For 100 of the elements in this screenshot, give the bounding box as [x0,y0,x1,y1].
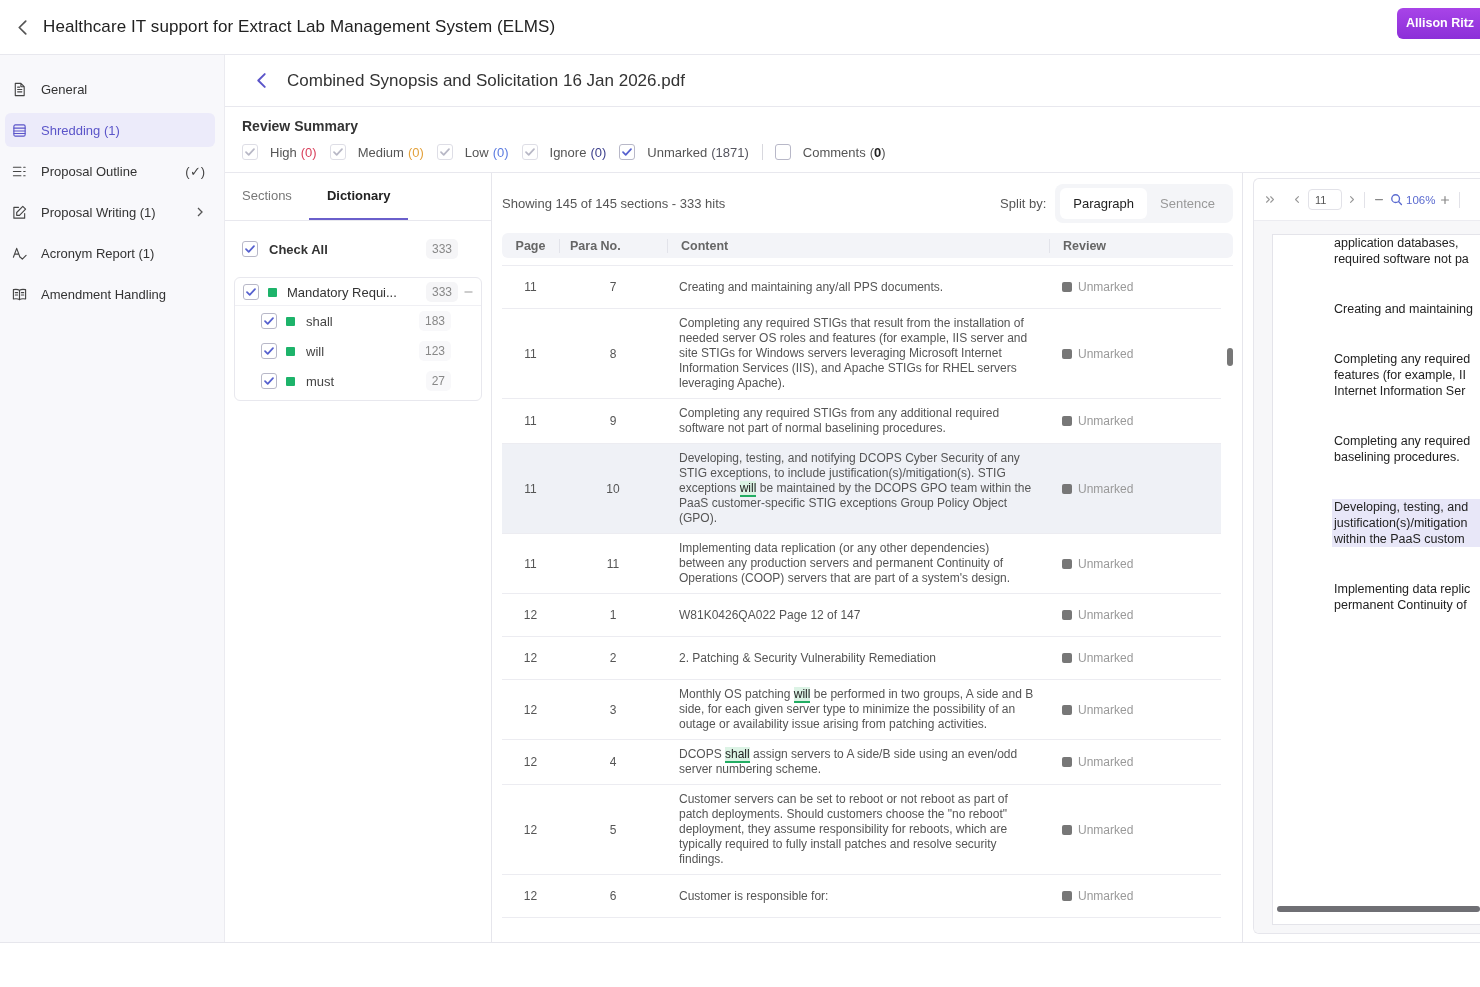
sidebar-item[interactable]: General [5,72,215,106]
checkbox[interactable] [242,241,258,257]
hit-count: 27 [425,371,451,391]
chevron-left-icon [256,73,266,88]
zoom-out-icon[interactable] [1375,198,1383,201]
table-cell: 11 [606,556,620,571]
column-header[interactable]: Review [1049,238,1233,253]
table-cell: 2 [609,651,617,665]
paragraph-text: Completing any required STIGs that result from the installation of needed server OS roles and features (for example, IIS server and site STIGs for Windows servers leveraging Microsoft Internet Information Services (IIS), and Apache STIGs for RHEL servers leveraging Apache). [679,316,1029,391]
sidebar-item[interactable]: Amendment Handling [5,277,215,311]
term-label: must [306,373,336,389]
chevron-left-icon[interactable] [1295,196,1299,203]
paragraph-text: Implementing data replication (or any other dependencies) between any production servers and permanent Continuity of Operations (COOP) servers that are part of a system's design. [679,541,1012,586]
table-cell: 11 [524,346,537,361]
zoom-level: 106% [1406,193,1436,206]
checkmark-icon [246,149,254,155]
tab[interactable]: Dictionary [308,173,409,220]
table-cell: 7 [609,280,617,294]
table-row[interactable] [502,444,1221,534]
checkbox[interactable] [619,144,636,160]
filter-count: (0) [869,144,886,160]
pdf-paragraph: Completing any required baselining procedures. [1334,433,1472,465]
table-row[interactable]: 12 4 DCOPS shall assign servers to A side/B side using an even/odd server numbering scheme. Unmarked [502,740,1221,785]
table-row[interactable]: 11 7 Creating and maintaining any/all PPS documents. Unmarked [502,266,1221,309]
table-cell: 3 [609,702,617,717]
paragraph-text: Customer is responsible for: [679,888,830,904]
checkmark-icon [333,149,342,155]
document-icon [12,81,27,97]
table-cell: 11 [524,556,537,571]
results-summary: Showing 145 of 145 sections - 333 hits [502,195,726,211]
checkbox[interactable] [774,144,791,160]
hit-count: 123 [418,341,451,361]
user-button[interactable]: Allison Ritz [1397,7,1480,39]
checkmark-icon [440,149,449,155]
back-button[interactable] [15,17,29,37]
status-square-icon [1062,757,1072,767]
double-chevron-icon[interactable] [1266,196,1274,203]
review-status: Unmarked [1078,651,1134,665]
term-group-label: Mandatory Requi... [287,284,398,300]
filter-count: (0) [590,144,607,160]
page-title: Healthcare IT support for Extract Lab Management System (ELMS) [43,17,556,37]
split-label: Split by: [1000,195,1047,211]
table-row[interactable]: 11 11 Implementing data replication (or any other dependencies) between any production servers and permanent Continuity of Operations (COOP) servers that are part of a system's design. Unmarked [502,534,1221,594]
split-option[interactable]: Paragraph [1060,187,1148,219]
pdf-paragraph: Implementing data replic permanent Continuity of [1334,581,1472,613]
status-square-icon [1062,348,1072,359]
pdf-paragraph: Developing, testing, and justification(s)/mitigation within the PaaS custom [1332,499,1480,547]
edit-icon [12,204,27,220]
status-square-icon [1062,416,1072,426]
completion-mark: (✓) [185,163,205,179]
tab[interactable]: Sections [225,173,309,220]
zoom-in-icon[interactable] [1441,195,1450,204]
section-title: Review Summary [242,118,358,134]
table-row[interactable]: 12 6 Customer is responsible for: Unmarked [502,875,1221,918]
scrollbar-thumb[interactable] [1227,348,1233,366]
review-status: Unmarked [1078,755,1134,769]
status-square-icon [1062,891,1072,901]
review-status: Unmarked [1078,608,1134,622]
term-label: shall [306,313,334,329]
list-icon [12,122,27,138]
column-header[interactable]: Page [502,238,559,253]
checkmark-icon [265,378,273,384]
checkbox[interactable] [261,313,277,329]
filter-label: Low [464,144,489,160]
table-cell: 1 [609,608,617,622]
pdf-paragraph: Completing any required features (for example, II Internet Information Ser [1334,351,1472,399]
checkbox[interactable] [261,373,277,389]
checkmark-icon [247,289,255,295]
sidebar-item[interactable]: Shredding (1) [5,113,215,147]
table-cell: 11 [524,414,537,428]
column-header[interactable]: Content [667,238,1049,253]
review-status: Unmarked [1078,481,1134,496]
checkbox[interactable] [261,343,277,359]
chevron-right-icon[interactable] [1350,196,1354,203]
status-square-icon [1062,610,1072,620]
paragraph-text: Monthly OS patching will be performed in two groups, A side and B side, for each given server type to minimize the possibility of an outage or availability issue arising from patching activities. [679,687,1035,732]
pdf-paragraph: Creating and maintaining [1334,301,1474,317]
status-square-icon [1062,483,1072,494]
search-icon[interactable] [1391,194,1402,205]
table-row[interactable]: 12 2 2. Patching & Security Vulnerability Remediation Unmarked [502,637,1221,680]
sidebar-item[interactable]: Proposal Writing (1) [5,195,215,229]
review-status: Unmarked [1078,280,1134,294]
paragraph-text: Customer servers can be set to reboot or not reboot as part of patch deployments. Should customers choose the "no reboot" deployment, they assume responsibility for reboots, which are typically required to fully install patches and resolve security findings. [679,792,1009,867]
checkbox[interactable] [243,284,259,300]
table-cell: 12 [523,755,538,769]
check-all-label: Check All [269,241,329,257]
back-button[interactable] [254,70,268,91]
column-header[interactable]: Para No. [559,238,667,253]
paragraph-text: DCOPS shall assign servers to A side/B side using an even/odd server numbering scheme. [679,747,1019,777]
checkmark-icon [525,149,534,155]
scrollbar-thumb[interactable] [1277,906,1480,912]
review-status: Unmarked [1078,822,1134,837]
table-row[interactable]: 12 1 W81K0426QA022 Page 12 of 147 Unmarked [502,594,1221,637]
filter-count: (0) [492,144,509,160]
sidebar-item[interactable]: Proposal Outline (✓) [5,154,215,188]
sidebar-item[interactable]: Acronym Report (1) [5,236,215,270]
table-cell: 11 [524,481,537,496]
table-cell: 12 [523,651,538,665]
page-input[interactable]: 11 [1308,189,1342,210]
table-cell: 11 [524,280,537,294]
